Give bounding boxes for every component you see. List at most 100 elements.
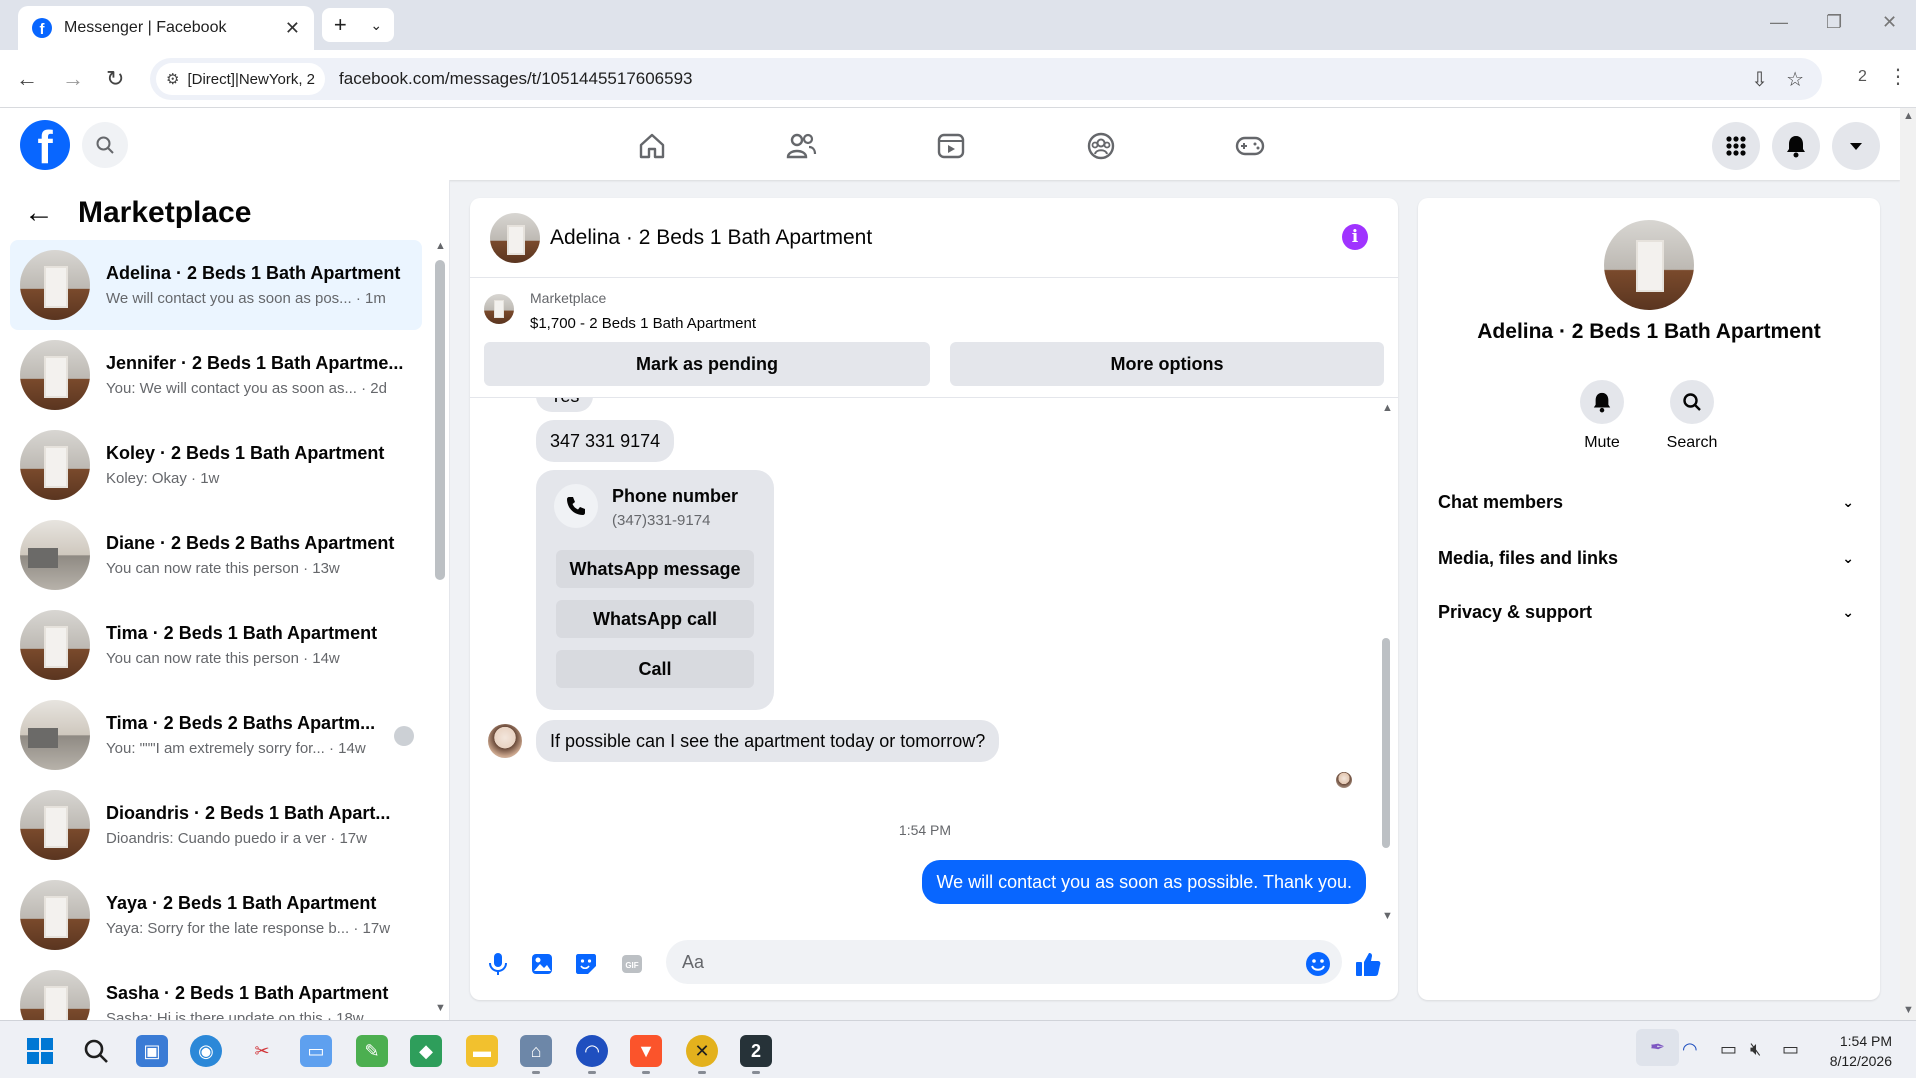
account-button[interactable]	[1832, 122, 1880, 170]
chat-avatar[interactable]	[490, 212, 540, 263]
conversation-item[interactable]: Yaya · 2 Beds 1 Bath Apartment Yaya: Sorr…	[10, 870, 422, 960]
system-clock[interactable]: 1:54 PM 8/12/2026	[1830, 1031, 1892, 1071]
restore-icon[interactable]: ❐	[1826, 12, 1842, 33]
back-icon[interactable]: ←	[16, 66, 38, 92]
gaming-icon	[1235, 136, 1265, 156]
battery-icon[interactable]: ▭	[1782, 1039, 1799, 1060]
phone-card-number: (347)331-9174	[612, 512, 711, 529]
page-scrollbar[interactable]: ▲ ▼	[1900, 108, 1916, 1020]
scroll-up-icon[interactable]: ▲	[1382, 402, 1393, 414]
ixbrowser-icon[interactable]: ✕	[686, 1035, 718, 1067]
vpn-app-icon[interactable]: ◠	[576, 1035, 608, 1067]
scroll-thumb[interactable]	[435, 260, 445, 580]
pen-icon[interactable]: ✒	[1636, 1029, 1680, 1066]
search-icon[interactable]	[80, 1035, 112, 1067]
media-files-links-section[interactable]: Media, files and links ⌄	[1438, 538, 1860, 578]
profile-browser-icon[interactable]: 2	[740, 1035, 772, 1067]
emoji-icon[interactable]	[1304, 950, 1332, 978]
conversation-name: Adelina · 2 Beds 1 Bath Apartment	[106, 263, 401, 283]
listing-title[interactable]: $1,700 - 2 Beds 1 Bath Apartment	[530, 315, 756, 332]
reload-icon[interactable]: ↻	[106, 66, 124, 92]
device-icon[interactable]: ▭	[300, 1035, 332, 1067]
site-info-chip[interactable]: ⚙ [Direct]|NewYork, 2	[156, 63, 326, 95]
search-icon	[1683, 393, 1701, 411]
whatsapp-message-button[interactable]: WhatsApp message	[556, 550, 754, 588]
conversation-item[interactable]: Jennifer · 2 Beds 1 Bath Apartme... You: …	[10, 330, 422, 420]
thumbs-up-icon[interactable]	[1354, 950, 1382, 978]
call-button[interactable]: Call	[556, 650, 754, 688]
photo-icon[interactable]	[528, 950, 556, 978]
facebook-logo-icon[interactable]: f	[20, 120, 70, 170]
nav-video[interactable]	[931, 126, 971, 166]
tab-search-chevron-icon[interactable]: ⌄	[370, 17, 382, 34]
display-icon[interactable]: ▭	[1720, 1039, 1737, 1060]
menu-button[interactable]	[1712, 122, 1760, 170]
conversation-item[interactable]: Sasha · 2 Beds 1 Bath Apartment Sasha: Hi…	[10, 960, 422, 1020]
volume-muted-icon[interactable]: 🔇︎	[1750, 1039, 1761, 1060]
notifications-button[interactable]	[1772, 122, 1820, 170]
message-thread: Yes 347 331 9174 Phone number (347)331-9…	[470, 398, 1398, 926]
chat-members-section[interactable]: Chat members ⌄	[1438, 482, 1860, 522]
browser-menu-icon[interactable]: ⋮	[1888, 64, 1908, 89]
more-options-button[interactable]: More options	[950, 342, 1384, 386]
close-tab-icon[interactable]: ✕	[285, 18, 300, 39]
message-composer: GIF	[470, 934, 1398, 994]
conversation-item[interactable]: Adelina · 2 Beds 1 Bath Apartment We will…	[10, 240, 422, 330]
bookmark-star-icon[interactable]: ☆	[1786, 67, 1804, 92]
url-text[interactable]: facebook.com/messages/t/1051445517606593	[339, 69, 1751, 89]
scroll-up-icon[interactable]: ▲	[435, 240, 446, 252]
gif-icon[interactable]: GIF	[618, 950, 646, 978]
sticker-icon[interactable]	[572, 950, 600, 978]
browser-tab[interactable]: f Messenger | Facebook ✕	[18, 6, 314, 50]
vpn-tray-icon[interactable]: ◠	[1682, 1039, 1698, 1060]
globe-app-icon[interactable]: ◉	[190, 1035, 222, 1067]
info-icon[interactable]: i	[1342, 224, 1368, 250]
network-app-icon[interactable]: ⌂	[520, 1035, 552, 1067]
conversation-item[interactable]: Koley · 2 Beds 1 Bath Apartment Koley: Ok…	[10, 420, 422, 510]
brave-browser-icon[interactable]: ▼	[630, 1035, 662, 1067]
nav-groups[interactable]	[1081, 126, 1121, 166]
scroll-down-icon[interactable]: ▼	[1382, 910, 1393, 922]
forward-icon[interactable]: →	[62, 66, 84, 92]
facebook-search-button[interactable]	[82, 122, 128, 168]
listing-thumbnail[interactable]	[484, 294, 514, 324]
conversation-list: Adelina · 2 Beds 1 Bath Apartment We will…	[10, 240, 422, 1020]
conversation-item[interactable]: Diane · 2 Beds 2 Baths Apartment You can …	[10, 510, 422, 600]
mute-action[interactable]: Mute	[1562, 380, 1642, 452]
conversation-item[interactable]: Dioandris · 2 Beds 1 Bath Apart... Dioand…	[10, 780, 422, 870]
snipping-tool-icon[interactable]: ✂	[246, 1035, 278, 1067]
chat-title[interactable]: Adelina · 2 Beds 1 Bath Apartment	[550, 226, 872, 250]
mark-pending-button[interactable]: Mark as pending	[484, 342, 930, 386]
search-action[interactable]: Search	[1652, 380, 1732, 452]
remote-desktop-icon[interactable]: ▣	[136, 1035, 168, 1067]
notepad-icon[interactable]: ✎	[356, 1035, 388, 1067]
nav-home[interactable]	[632, 126, 672, 166]
scroll-up-icon[interactable]: ▲	[1903, 110, 1914, 122]
address-bar: ← → ↻ ⚙ [Direct]|NewYork, 2 facebook.com…	[0, 50, 1916, 108]
window-close-icon[interactable]: ✕	[1882, 12, 1897, 33]
sender-avatar[interactable]	[488, 724, 522, 758]
scroll-down-icon[interactable]: ▼	[435, 1002, 446, 1014]
conversation-item[interactable]: Tima · 2 Beds 2 Baths Apartm... You: """I…	[10, 690, 422, 780]
new-tab-button[interactable]: +	[334, 12, 347, 38]
nav-gaming[interactable]	[1230, 126, 1270, 166]
app-grid-icon[interactable]: ◆	[410, 1035, 442, 1067]
microphone-icon[interactable]	[484, 950, 512, 978]
message-scrollbar[interactable]: ▲ ▼	[1380, 398, 1393, 926]
install-app-icon[interactable]: ⇩	[1751, 67, 1768, 92]
scroll-down-icon[interactable]: ▼	[1903, 1004, 1914, 1016]
message-input[interactable]	[666, 940, 1342, 984]
conversation-item[interactable]: Tima · 2 Beds 1 Bath Apartment You can no…	[10, 600, 422, 690]
whatsapp-call-button[interactable]: WhatsApp call	[556, 600, 754, 638]
file-explorer-icon[interactable]: ▬	[466, 1035, 498, 1067]
minimize-icon[interactable]: —	[1770, 12, 1788, 33]
back-arrow-icon[interactable]: ←	[24, 196, 54, 230]
omnibox[interactable]: ⚙ [Direct]|NewYork, 2 facebook.com/messa…	[150, 58, 1822, 100]
sidebar-scrollbar[interactable]: ▲ ▼	[435, 240, 446, 1020]
privacy-support-section[interactable]: Privacy & support ⌄	[1438, 592, 1860, 632]
profile-count[interactable]: 2	[1858, 68, 1867, 86]
scroll-thumb[interactable]	[1382, 638, 1390, 848]
profile-avatar[interactable]	[1604, 220, 1694, 310]
windows-start-icon[interactable]	[24, 1035, 56, 1067]
nav-friends[interactable]	[781, 126, 821, 166]
